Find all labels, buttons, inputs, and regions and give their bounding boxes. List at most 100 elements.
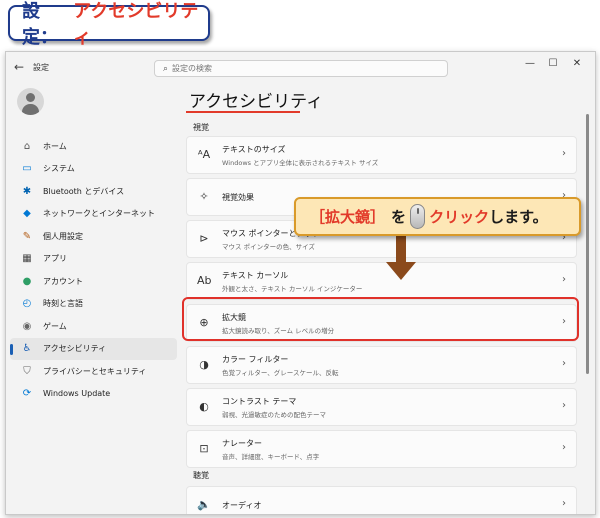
sidebar-item[interactable]: ◆ ネットワークとインターネット: [10, 203, 177, 226]
banner-title: アクセシビリティ: [73, 1, 199, 48]
maximize-button[interactable]: ☐: [544, 58, 562, 69]
chevron-right-icon: ›: [562, 274, 566, 285]
sidebar-item-label: Windows Update: [43, 389, 111, 399]
sidebar-item-icon: ●: [22, 275, 32, 287]
sidebar-item-icon: ▭: [22, 163, 32, 175]
sidebar-item-label: ネットワークとインターネット: [43, 209, 155, 219]
settings-window: ← 設定 ⌕ — ☐ ✕ ⌂ ホーム ▭ システム ✱ Bluetooth とデバイス ◆ ネ…: [5, 51, 596, 515]
card-icon: ✧: [199, 190, 209, 203]
search-input[interactable]: [168, 64, 433, 73]
sidebar-item-icon: ♿: [22, 343, 32, 355]
chevron-right-icon: ›: [562, 148, 566, 159]
card-title: コントラスト テーマ: [222, 397, 297, 406]
sidebar-item-icon: ◉: [22, 320, 32, 332]
close-button[interactable]: ✕: [568, 58, 586, 69]
sidebar-item-label: 時刻と言語: [43, 299, 83, 309]
instruction-callout: ［ 拡大鏡 ］ を クリック します。: [294, 197, 581, 236]
card-title: オーディオ: [222, 501, 262, 510]
search-box[interactable]: ⌕: [154, 60, 448, 77]
callout-suffix: します。: [489, 208, 548, 226]
settings-card[interactable]: ᴬA テキストのサイズ Windows とアプリ全体に表示されるテキスト サイズ ›: [186, 136, 577, 174]
card-icon: ᴬA: [197, 148, 211, 161]
title-underline: [186, 111, 300, 113]
settings-card[interactable]: ◐ コントラスト テーマ弱視、光過敏症のための配色テーマ ›: [186, 388, 577, 426]
sidebar-item[interactable]: ⌂ ホーム: [10, 135, 177, 158]
sidebar-item[interactable]: ▦ アプリ: [10, 248, 177, 271]
chevron-right-icon: ›: [562, 498, 566, 509]
sidebar-nav: ⌂ ホーム ▭ システム ✱ Bluetooth とデバイス ◆ ネットワークとインターネット…: [10, 135, 177, 405]
sidebar-item-label: アカウント: [43, 276, 83, 286]
minimize-button[interactable]: —: [521, 58, 539, 69]
card-icon: ◑: [199, 358, 209, 371]
banner-prefix: 設定：: [22, 1, 58, 48]
settings-card[interactable]: 🔈 オーディオ ›: [186, 486, 577, 514]
chevron-right-icon: ›: [562, 400, 566, 411]
settings-card[interactable]: ◑ カラー フィルター色覚フィルター、グレースケール、反転 ›: [186, 346, 577, 384]
card-subtitle: マウス ポインターの色、サイズ: [222, 243, 315, 251]
sidebar-item-label: アクセシビリティ: [43, 344, 107, 354]
sidebar-item[interactable]: ⛉ プライバシーとセキュリティ: [10, 360, 177, 383]
sidebar-item-icon: ◴: [22, 298, 32, 310]
card-subtitle: Windows とアプリ全体に表示されるテキスト サイズ: [222, 159, 379, 167]
card-icon: 🔈: [197, 498, 211, 511]
mouse-icon: [410, 204, 426, 229]
scrollbar[interactable]: [586, 114, 589, 374]
card-subtitle: 外観と太さ、テキスト カーソル インジケーター: [222, 285, 363, 293]
sidebar-item-icon: ⛉: [23, 365, 31, 377]
card-subtitle: 色覚フィルター、グレースケール、反転: [222, 369, 339, 377]
pointer-arrow-stem: [396, 236, 406, 264]
sidebar-item[interactable]: ▭ システム: [10, 158, 177, 181]
back-arrow-icon[interactable]: ←: [14, 60, 24, 74]
page-title: アクセシビリティ: [189, 92, 324, 112]
title-bar: ← 設定 ⌕ — ☐ ✕: [6, 52, 595, 82]
sidebar-item[interactable]: ✱ Bluetooth とデバイス: [10, 180, 177, 203]
callout-open: ［: [310, 208, 326, 226]
settings-card[interactable]: Ab テキスト カーソル外観と太さ、テキスト カーソル インジケーター ›: [186, 262, 577, 300]
card-title: ナレーター: [222, 439, 262, 448]
sidebar-item[interactable]: ◴ 時刻と言語: [10, 293, 177, 316]
sidebar-item-label: ゲーム: [43, 321, 67, 331]
app-title: 設定: [33, 63, 49, 72]
card-title: テキストのサイズ: [222, 145, 286, 154]
card-subtitle: 音声、詳細度、キーボード、点字: [222, 453, 320, 461]
sidebar-item-label: プライバシーとセキュリティ: [43, 366, 147, 376]
sidebar-item-icon: ✎: [22, 230, 32, 242]
card-title: 視覚効果: [222, 193, 254, 202]
sidebar-item[interactable]: ● アカウント: [10, 270, 177, 293]
sidebar-item-label: 個人用設定: [43, 231, 83, 241]
sidebar-item-icon: ✱: [22, 185, 32, 197]
pointer-arrow-icon: [386, 262, 416, 280]
callout-close: ］: [370, 208, 386, 226]
card-icon: Ab: [197, 274, 212, 287]
chevron-right-icon: ›: [562, 442, 566, 453]
callout-item: 拡大鏡: [325, 208, 371, 226]
sidebar-item-label: ホーム: [43, 141, 67, 151]
sidebar-item[interactable]: ⟳ Windows Update: [10, 383, 177, 406]
sidebar-item-icon: ▦: [22, 253, 32, 265]
callout-particle: を: [391, 208, 407, 226]
section-hearing: 聴覚: [193, 471, 209, 480]
sidebar-item-icon: ⟳: [22, 388, 32, 400]
magnifier-highlight: [182, 297, 579, 341]
settings-card[interactable]: ⊡ ナレーター音声、詳細度、キーボード、点字 ›: [186, 430, 577, 468]
card-icon: ⊳: [199, 232, 209, 245]
sidebar-item-label: Bluetooth とデバイス: [43, 186, 125, 196]
chevron-right-icon: ›: [562, 358, 566, 369]
sidebar-item[interactable]: ◉ ゲーム: [10, 315, 177, 338]
card-subtitle: 弱視、光過敏症のための配色テーマ: [222, 411, 326, 419]
card-title: テキスト カーソル: [222, 271, 289, 280]
sidebar-item-label: アプリ: [43, 254, 67, 264]
card-title: カラー フィルター: [222, 355, 289, 364]
card-icon: ⊡: [199, 442, 209, 455]
sidebar-item-icon: ⌂: [23, 140, 31, 152]
active-indicator: [10, 343, 13, 355]
card-icon: ◐: [199, 400, 209, 413]
callout-action: クリック: [429, 208, 490, 226]
sidebar-item-label: システム: [43, 164, 75, 174]
sidebar-item-icon: ◆: [23, 208, 31, 220]
sidebar-item[interactable]: ✎ 個人用設定: [10, 225, 177, 248]
avatar[interactable]: [17, 88, 44, 115]
section-vision: 視覚: [193, 123, 209, 132]
instruction-banner: 設定： アクセシビリティ: [8, 1, 210, 48]
sidebar-item[interactable]: ♿ アクセシビリティ: [10, 337, 177, 360]
